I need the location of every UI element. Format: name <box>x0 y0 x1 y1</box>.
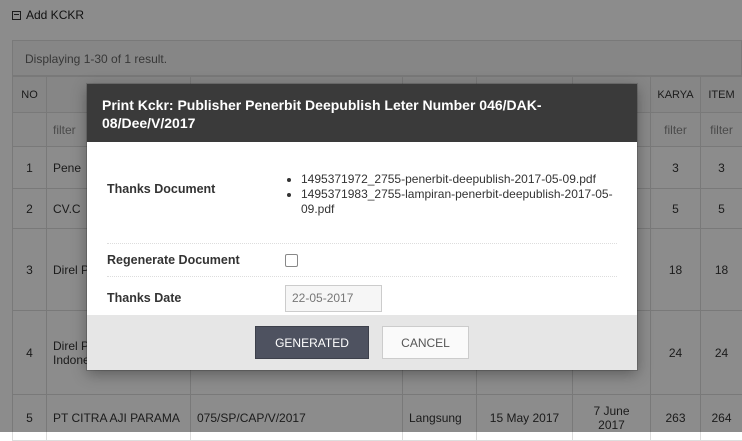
dialog-body: Thanks Document 1495371972_2755-penerbit… <box>87 142 637 315</box>
thanks-date-row: Thanks Date 22-05-2017 <box>107 277 617 319</box>
regenerate-checkbox[interactable] <box>285 254 298 267</box>
regenerate-label: Regenerate Document <box>107 253 285 267</box>
thanks-date-input[interactable]: 22-05-2017 <box>285 285 382 312</box>
document-link[interactable]: 1495371983_2755-lampiran-penerbit-deepub… <box>301 187 617 217</box>
dialog-footer: GENERATED CANCEL <box>87 315 637 370</box>
dialog-title: Print Kckr: Publisher Penerbit Deepublis… <box>87 84 637 142</box>
document-list: 1495371972_2755-penerbit-deepublish-2017… <box>285 172 617 217</box>
cancel-button[interactable]: CANCEL <box>382 326 469 359</box>
thanks-date-label: Thanks Date <box>107 291 285 305</box>
thanks-document-label: Thanks Document <box>107 172 285 229</box>
print-kckr-dialog: Print Kckr: Publisher Penerbit Deepublis… <box>87 84 637 370</box>
regenerate-row: Regenerate Document <box>107 244 617 277</box>
generated-button[interactable]: GENERATED <box>255 326 369 359</box>
thanks-document-row: Thanks Document 1495371972_2755-penerbit… <box>107 158 617 244</box>
document-link[interactable]: 1495371972_2755-penerbit-deepublish-2017… <box>301 172 617 187</box>
